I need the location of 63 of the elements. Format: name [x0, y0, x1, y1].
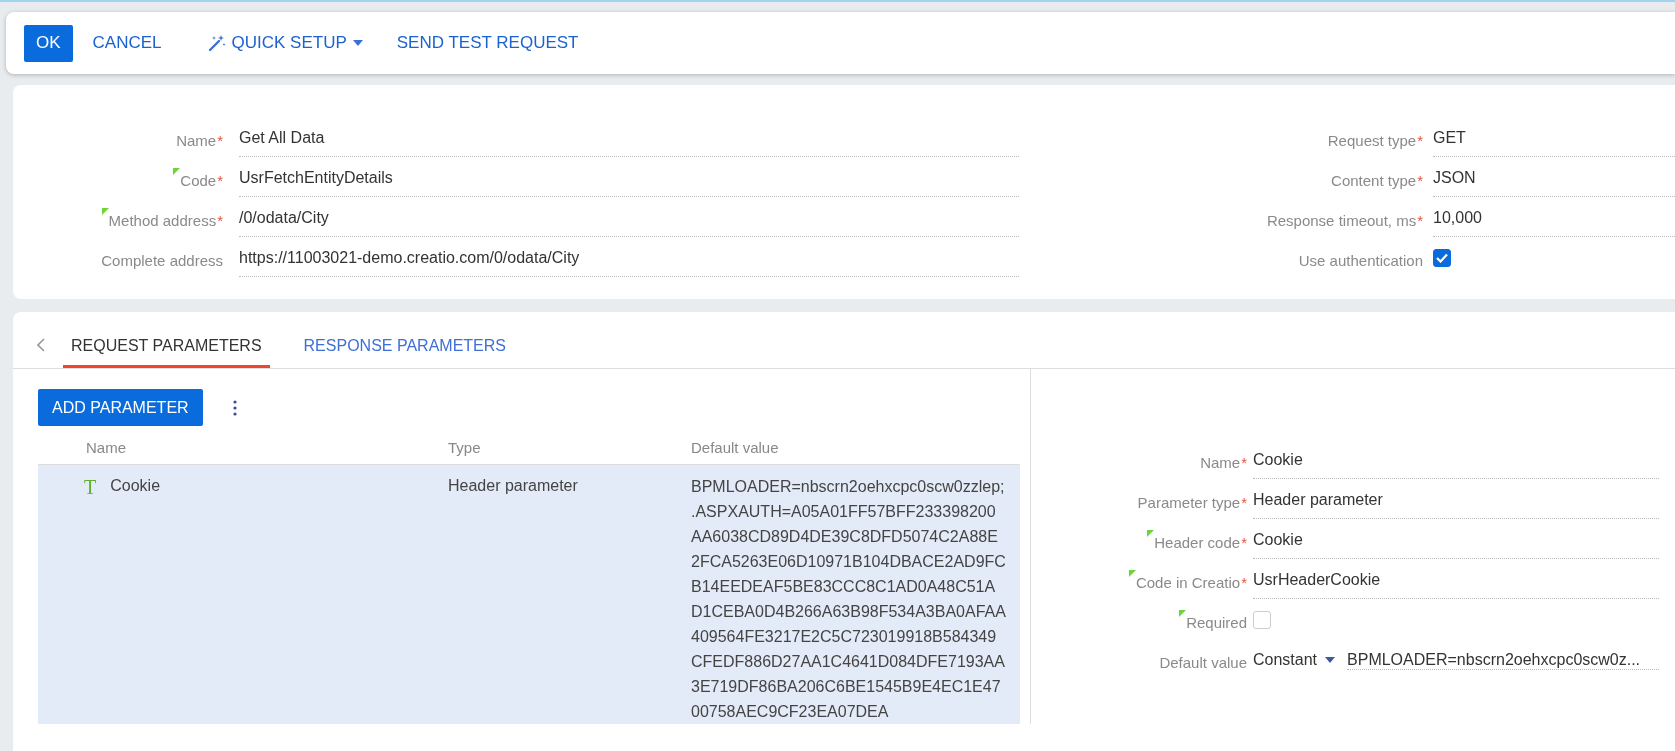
required-mark: *: [1241, 574, 1247, 591]
required-mark: *: [217, 172, 223, 189]
corner-marker-icon: [1147, 530, 1155, 537]
field-value[interactable]: BPMLOADER=nbscrn2oehxcpc0scw0z...: [1347, 650, 1659, 670]
checkbox[interactable]: [1433, 249, 1451, 267]
required-mark: *: [1241, 494, 1247, 511]
required-mark: *: [1241, 534, 1247, 551]
add-parameter-button[interactable]: ADD PARAMETER: [38, 389, 203, 426]
column-header: Type: [448, 439, 482, 456]
required-mark: *: [1417, 172, 1423, 189]
required-mark: *: [1417, 212, 1423, 229]
field-value[interactable]: Cookie: [1253, 451, 1303, 469]
field-label: Default value: [1159, 654, 1247, 671]
field-value[interactable]: GET: [1433, 129, 1466, 147]
ok-button[interactable]: OK: [24, 24, 73, 62]
chevron-left-icon[interactable]: [37, 338, 45, 352]
field-value[interactable]: /0/odata/City: [239, 209, 329, 227]
column-header: Name: [85, 439, 127, 456]
field-value[interactable]: Header parameter: [1253, 491, 1383, 509]
corner-marker-icon: [101, 208, 109, 215]
text-type-icon: T: [84, 477, 97, 497]
field-value[interactable]: Get All Data: [239, 129, 325, 147]
field-value[interactable]: 10,000: [1433, 209, 1482, 227]
source-dropdown[interactable]: Constant: [1253, 651, 1336, 669]
tab[interactable]: REQUEST PARAMETERS: [63, 337, 270, 368]
table-cell-text: Header parameter: [448, 477, 579, 495]
field-label: Required: [1186, 614, 1247, 631]
required-mark: *: [1417, 132, 1423, 149]
corner-marker-icon: [173, 168, 181, 175]
required-mark: *: [217, 132, 223, 149]
field-value[interactable]: UsrFetchEntityDetails: [239, 169, 393, 187]
required-mark: *: [1241, 454, 1247, 471]
field-label: Use authentication: [1298, 252, 1423, 269]
field-value[interactable]: JSON: [1433, 169, 1476, 187]
field-label: Code: [180, 172, 217, 189]
caret-icon: [1325, 657, 1336, 663]
more-options-icon[interactable]: [232, 399, 237, 416]
field-label: Code in Creatio: [1135, 574, 1241, 591]
field-value[interactable]: https://11003021-demo.creatio.com/0/odata/City: [239, 249, 580, 267]
field-label: Parameter type: [1137, 494, 1241, 511]
field-value[interactable]: Cookie: [1253, 531, 1303, 549]
corner-marker-icon: [1179, 610, 1187, 617]
field-label: Header code: [1154, 534, 1241, 551]
field-label: Method address: [108, 212, 217, 229]
field-label: Name: [1200, 454, 1241, 471]
corner-marker-icon: [1128, 570, 1136, 577]
field-label: Complete address: [101, 252, 223, 269]
quick-setup-button[interactable]: QUICK SETUP: [193, 24, 377, 62]
required-mark: *: [217, 212, 223, 229]
field-label: Response timeout, ms: [1266, 212, 1417, 229]
column-header: Default value: [691, 439, 780, 456]
table-cell: Cookie: [110, 477, 161, 495]
tab[interactable]: RESPONSE PARAMETERS: [295, 337, 514, 368]
field-value[interactable]: UsrHeaderCookie: [1253, 571, 1381, 589]
caret-icon: [352, 40, 363, 46]
field-label: Content type: [1331, 172, 1417, 189]
field-label: Request type: [1327, 132, 1417, 149]
table-row[interactable]: [38, 465, 1020, 724]
table-cell-text: BPMLOADER=nbscrn2oehxcpc0scw0zzlep; .ASPXAUTH=A05A01FF57BFF233398200AA6038CD89D4DE39C8DFD5074C2A88E2FCA5263E06D10971B104DBACE2AD9FCB14EEDEAF5BE83CCC8C1AD0A48C51AD1CEBA0D4B266A63B98F534A3BA0AFAA409564FE3217E2C5C723019918B584349CFEDF886D27AA1C4641D084DFE7193AA3E719DF86BA206C6BE1545B9E4EC1E4700758AEC9CF23EA07DEA: [691, 477, 1006, 722]
toolbar-link-button[interactable]: SEND TEST REQUEST: [382, 24, 593, 62]
field-label: Name: [176, 132, 217, 149]
magic-wand-icon: [207, 34, 226, 52]
toolbar-link-button[interactable]: CANCEL: [78, 24, 176, 62]
